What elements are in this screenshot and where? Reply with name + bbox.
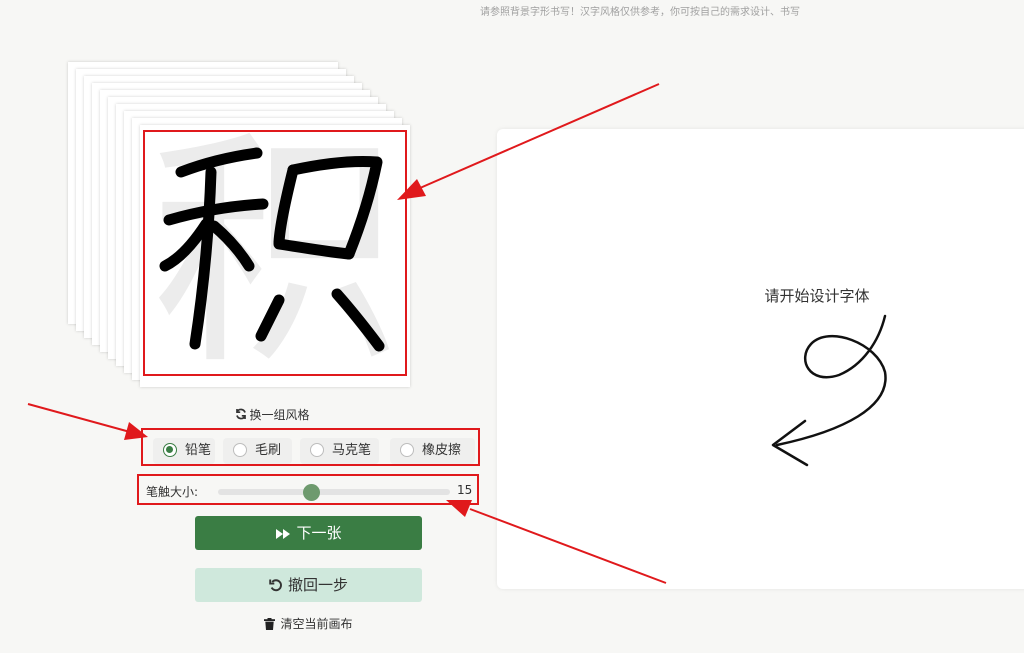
brush-size-label: 笔触大小: — [146, 485, 199, 499]
tool-eraser[interactable]: 橡皮擦 — [390, 438, 475, 464]
refresh-icon — [236, 408, 247, 420]
annotation-arrow-line — [27, 403, 131, 433]
tool-label: 马克笔 — [332, 443, 372, 458]
undo-button[interactable]: 撤回一步 — [195, 568, 422, 602]
brush-size-value: 15 — [457, 483, 473, 497]
draw-hint-arrow-icon — [771, 314, 887, 467]
tool-pencil[interactable]: 铅笔 — [153, 438, 215, 464]
hint-text: 请参照背景字形书写！汉字风格仅供参考，你可按自己的需求设计、书写 — [480, 7, 800, 18]
swap-style-link[interactable]: 换一组风格 — [200, 406, 345, 423]
drawing-canvas[interactable]: 请开始设计字体 — [497, 129, 1024, 589]
handwritten-glyph — [159, 147, 385, 352]
next-button[interactable]: 下一张 — [195, 516, 422, 550]
clear-canvas-button[interactable]: 清空当前画布 — [230, 615, 387, 632]
brush-size-control: 笔触大小: 15 — [137, 474, 479, 505]
tool-brush[interactable]: 毛刷 — [223, 438, 292, 464]
font-design-page: 请参照背景字形书写！汉字风格仅供参考，你可按自己的需求设计、书写 积 换一组风格… — [0, 0, 1024, 653]
tool-selector: 铅笔 毛刷 马克笔 橡皮擦 — [141, 428, 480, 466]
fast-forward-icon — [276, 529, 291, 539]
reference-glyph-card: 积 — [143, 130, 407, 376]
next-button-label: 下一张 — [296, 524, 342, 542]
tool-label: 毛刷 — [255, 443, 282, 458]
tool-label: 铅笔 — [185, 443, 212, 458]
slider-handle[interactable] — [302, 484, 320, 501]
swap-style-label: 换一组风格 — [249, 408, 310, 422]
brush-size-slider[interactable] — [218, 484, 450, 501]
brush-radio[interactable] — [233, 443, 247, 457]
tool-marker[interactable]: 马克笔 — [300, 438, 379, 464]
undo-button-label: 撤回一步 — [287, 576, 348, 594]
marker-radio[interactable] — [310, 443, 324, 457]
tool-label: 橡皮擦 — [422, 443, 462, 458]
clear-canvas-label: 清空当前画布 — [280, 617, 353, 631]
eraser-radio[interactable] — [400, 443, 414, 457]
undo-icon — [269, 579, 282, 592]
pencil-radio[interactable] — [163, 443, 177, 457]
trash-icon — [264, 618, 276, 630]
